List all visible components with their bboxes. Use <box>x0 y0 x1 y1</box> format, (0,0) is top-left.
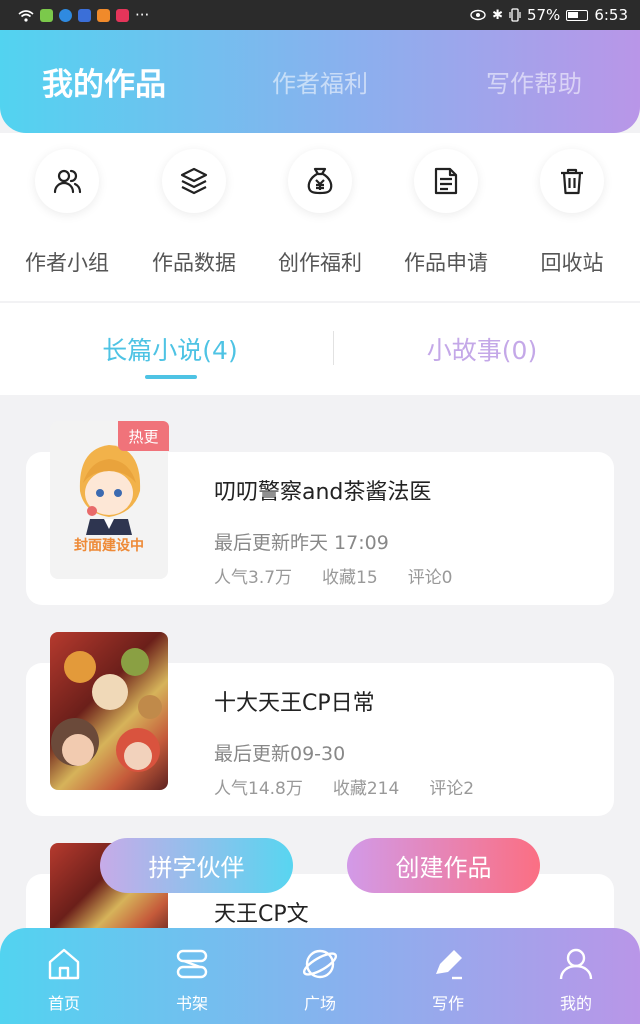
group-icon <box>53 169 82 194</box>
status-right: ✱ 57% 6:53 <box>470 6 628 24</box>
last-updated: 最后更新09-30 <box>214 743 346 765</box>
nav-icon-wrap <box>554 942 598 986</box>
work-title[interactable]: 叨叨警察and茶酱法医 <box>214 474 431 506</box>
action-label: 作者小组 <box>25 251 109 275</box>
home-icon <box>48 948 80 980</box>
status-bar: ··· ✱ 57% 6:53 <box>0 0 640 30</box>
action-circle <box>414 149 478 213</box>
app-notification-icon <box>59 8 72 22</box>
wifi-icon <box>18 9 34 22</box>
user-icon <box>559 948 593 980</box>
action-label: 作品申请 <box>404 251 488 275</box>
action-author-group[interactable]: 作者小组 <box>3 133 131 301</box>
popularity-count: 人气14.8万 <box>214 779 303 799</box>
nav-plaza[interactable]: 广场 <box>256 928 384 1024</box>
action-circle <box>162 149 226 213</box>
work-cover[interactable] <box>50 632 168 790</box>
nav-label: 首页 <box>47 994 80 1013</box>
cover-illustration <box>51 648 162 772</box>
battery-percent: 57% <box>526 6 561 24</box>
app-notification-icon <box>97 8 110 22</box>
nav-icon-wrap <box>426 942 470 986</box>
nav-label: 写作 <box>431 994 464 1013</box>
money-bag-icon <box>307 167 333 195</box>
planet-icon <box>302 949 338 979</box>
quick-actions: 作者小组 作品数据 创作福利 作品申请 回收站 <box>0 133 640 301</box>
action-work-application[interactable]: 作品申请 <box>382 133 510 301</box>
pen-icon <box>436 950 462 980</box>
comments-count: 评论2 <box>429 779 475 799</box>
tab-long-novel[interactable]: 长篇小说(4) <box>10 303 330 395</box>
writing-partner-button[interactable]: 拼字伙伴 <box>100 838 293 893</box>
action-label: 创作福利 <box>278 251 362 275</box>
app-notification-icon <box>78 8 91 22</box>
action-circle <box>288 149 352 213</box>
tab-author-benefits[interactable]: 作者福利 <box>272 30 368 133</box>
active-tab-indicator <box>145 375 197 379</box>
nav-label: 书架 <box>175 994 208 1013</box>
nav-write[interactable]: 写作 <box>384 928 512 1024</box>
work-stats: 人气3.7万 收藏15 评论0 <box>214 563 483 588</box>
tab-my-works[interactable]: 我的作品 <box>42 30 166 133</box>
action-label: 作品数据 <box>152 251 236 275</box>
work-title[interactable]: 天王CP文 <box>214 896 309 928</box>
action-circle <box>35 149 99 213</box>
action-recycle-bin[interactable]: 回收站 <box>508 133 636 301</box>
create-work-button[interactable]: 创建作品 <box>347 838 540 893</box>
nav-label: 广场 <box>303 994 336 1013</box>
last-updated: 最后更新昨天 17:09 <box>214 532 389 554</box>
more-notifications-icon: ··· <box>135 6 150 24</box>
favorites-count: 收藏214 <box>332 779 400 799</box>
nav-profile[interactable]: 我的 <box>512 928 640 1024</box>
nav-label: 我的 <box>559 994 592 1013</box>
nav-bookshelf[interactable]: 书架 <box>128 928 256 1024</box>
app-notification-icon <box>40 8 53 22</box>
work-type-tabs: 长篇小说(4) 小故事(0) <box>0 303 640 395</box>
action-circle <box>540 149 604 213</box>
nav-icon-wrap <box>42 942 86 986</box>
header-bar: 我的作品 作者福利 写作帮助 <box>0 30 640 133</box>
layers-icon <box>180 167 208 195</box>
app-notification-icon <box>116 8 129 22</box>
popularity-count: 人气3.7万 <box>214 568 293 588</box>
action-label: 回收站 <box>540 251 604 275</box>
eye-icon <box>470 9 486 21</box>
bookshelf-icon <box>176 949 208 979</box>
tab-writing-help[interactable]: 写作帮助 <box>486 30 582 133</box>
cover-placeholder-text: 封面建设中 <box>74 538 144 554</box>
action-creation-benefits[interactable]: 创作福利 <box>256 133 384 301</box>
document-icon <box>434 167 458 195</box>
status-left: ··· <box>18 6 149 24</box>
bluetooth-icon: ✱ <box>492 7 503 23</box>
trash-icon <box>561 168 583 195</box>
work-stats: 人气14.8万 收藏214 评论2 <box>214 774 504 799</box>
battery-icon <box>566 9 589 21</box>
action-work-data[interactable]: 作品数据 <box>130 133 258 301</box>
work-title[interactable]: 十大天王CP日常 <box>214 685 375 717</box>
nav-icon-wrap <box>298 942 342 986</box>
clock: 6:53 <box>594 6 628 24</box>
tab-short-story[interactable]: 小故事(0) <box>322 303 640 395</box>
bottom-navigation: 首页 书架 广场 写作 我的 <box>0 928 640 1024</box>
nav-icon-wrap <box>170 942 214 986</box>
hot-update-badge: 热更 <box>118 421 169 451</box>
comments-count: 评论0 <box>407 568 453 588</box>
vibrate-icon <box>509 8 521 22</box>
favorites-count: 收藏15 <box>322 568 378 588</box>
nav-home[interactable]: 首页 <box>0 928 128 1024</box>
